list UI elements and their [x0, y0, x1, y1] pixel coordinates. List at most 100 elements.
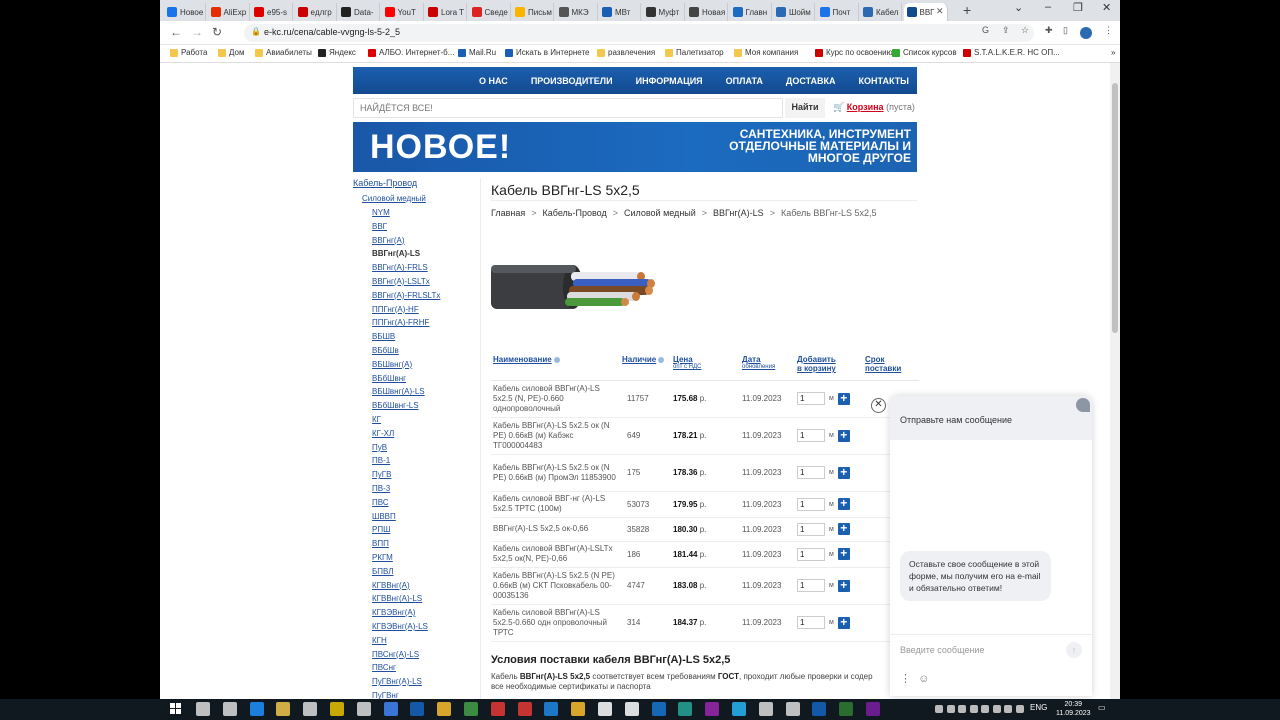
bookmark-item[interactable]: АЛБО. Интернет-б...: [368, 48, 454, 57]
minimize-button[interactable]: –: [1045, 1, 1051, 13]
info-icon[interactable]: [658, 356, 665, 363]
app-icon[interactable]: [571, 702, 586, 716]
telegram-icon[interactable]: [732, 702, 746, 716]
emoji-icon[interactable]: ☺: [918, 673, 929, 685]
bookmark-item[interactable]: Курс по освоению...: [815, 48, 899, 57]
sidebar-item[interactable]: ПВСнг(А)-LS: [372, 650, 478, 664]
chrome-icon[interactable]: [383, 702, 398, 716]
acrobat-icon[interactable]: [490, 702, 505, 716]
sidebar-item[interactable]: ВБШвнг(А): [372, 360, 478, 374]
search-input[interactable]: НАЙДЁТСЯ ВСЕ!: [353, 98, 783, 118]
sidebar-item[interactable]: ПВСнг: [372, 663, 478, 677]
back-arrow-icon[interactable]: ←: [170, 25, 182, 39]
app-icon[interactable]: [464, 702, 478, 716]
url-field[interactable]: 🔒 e-kc.ru/cena/cable-vvgng-ls-5-2_5: [244, 24, 1034, 42]
product-name[interactable]: Кабель силовой ВВГ-нг (А)-LS 5х2.5 ТРТС …: [491, 491, 620, 518]
close-tab-icon[interactable]: ✕: [936, 6, 944, 17]
column-header-delivery[interactable]: Срок поставки: [863, 352, 919, 381]
extensions-icon[interactable]: ✚: [1045, 25, 1053, 36]
column-header-add[interactable]: Добавить в корзину: [795, 352, 863, 381]
tray-icon[interactable]: [946, 705, 955, 713]
page-scrollbar[interactable]: [1110, 63, 1120, 699]
reload-icon[interactable]: ↻: [212, 25, 222, 39]
bookmark-item[interactable]: Палетизатор: [665, 48, 724, 57]
chat-input[interactable]: Введите сообщение ↑: [890, 634, 1092, 664]
bookmark-item[interactable]: Список курсов: [892, 48, 957, 57]
app-icon[interactable]: [598, 702, 612, 716]
sidebar-item[interactable]: NYM: [372, 208, 478, 222]
browser-tab[interactable]: YouT: [382, 3, 424, 21]
app-icon[interactable]: [651, 702, 666, 716]
sidebar-item[interactable]: ВБШВ: [372, 332, 478, 346]
add-to-cart-button[interactable]: +: [837, 466, 850, 479]
sidebar-sub-link[interactable]: Силовой медный: [353, 194, 478, 208]
browser-tab[interactable]: Новая: [686, 3, 728, 21]
sidebar-item[interactable]: ВБбШв: [372, 346, 478, 360]
file-explorer-icon[interactable]: [276, 702, 291, 716]
quantity-input[interactable]: 1: [797, 497, 825, 511]
info-icon[interactable]: [553, 356, 560, 363]
visual-studio-icon[interactable]: [705, 702, 720, 716]
profile-avatar[interactable]: [1080, 27, 1092, 39]
sidebar-item[interactable]: ПуГВ: [372, 470, 478, 484]
sidebar-item[interactable]: ПВС: [372, 498, 478, 512]
chevron-down-icon[interactable]: ⌄: [1014, 1, 1023, 14]
share-icon[interactable]: ⇪: [1002, 25, 1010, 36]
cart-widget[interactable]: 🛒 Корзина (пуста): [833, 102, 915, 113]
browser-tab[interactable]: МКЭ: [556, 3, 598, 21]
sidebar-item[interactable]: ВВГнг(А): [372, 236, 478, 250]
sidebar-item[interactable]: КГВВнг(А): [372, 581, 478, 595]
quantity-input[interactable]: 1: [797, 579, 825, 592]
browser-tab[interactable]: Lora T: [425, 3, 467, 21]
column-header-name[interactable]: Наименование: [491, 352, 620, 381]
edge-icon[interactable]: [249, 702, 264, 716]
add-to-cart-button[interactable]: +: [837, 616, 850, 629]
tray-icon[interactable]: [992, 705, 1001, 713]
product-name[interactable]: Кабель силовой ВВГнг(А)-LS 5х2.5-0.660 о…: [491, 604, 620, 642]
browser-tab[interactable]: e95-s: [251, 3, 293, 21]
tray-icon[interactable]: [981, 705, 989, 713]
browser-tab[interactable]: AliExp: [208, 3, 250, 21]
app-icon[interactable]: [678, 702, 693, 716]
menu-icon[interactable]: ⋮: [1104, 25, 1113, 36]
quantity-input[interactable]: 1: [797, 616, 825, 629]
quantity-input[interactable]: 1: [797, 392, 825, 405]
sidebar-item[interactable]: ВВГ: [372, 222, 478, 236]
sidebar-item[interactable]: ВВГнг(А)-LS: [372, 249, 478, 263]
product-name[interactable]: Кабель силовой ВВГнг(А)-LSLTx 5х2,5 ок(N…: [491, 541, 620, 568]
search-button[interactable]: Найти: [785, 98, 825, 118]
sidebar-item[interactable]: КГВЭВнг(А): [372, 608, 478, 622]
breadcrumb-link[interactable]: Кабель-Провод: [543, 208, 607, 218]
browser-tab[interactable]: Письм: [512, 3, 554, 21]
sidebar-item[interactable]: ППГнг(А)-HF: [372, 305, 478, 319]
bookmark-item[interactable]: Яндекс: [318, 48, 356, 57]
breadcrumb-link[interactable]: ВВГнг(А)-LS: [713, 208, 764, 218]
sidebar-item[interactable]: ПуВ: [372, 443, 478, 457]
app-icon[interactable]: [517, 702, 532, 716]
browser-tab[interactable]: Сведе: [469, 3, 511, 21]
send-icon[interactable]: ↑: [1066, 642, 1082, 658]
breadcrumb-link[interactable]: Главная: [491, 208, 525, 218]
store-icon[interactable]: [330, 702, 344, 716]
browser-tab[interactable]: Шойм: [773, 3, 815, 21]
site-nav-item[interactable]: ДОСТАВКА: [786, 76, 836, 86]
column-header-stock[interactable]: Наличие: [620, 352, 671, 381]
notifications-icon[interactable]: ▭: [1098, 703, 1106, 712]
site-nav-item[interactable]: КОНТАКТЫ: [859, 76, 909, 86]
tray-icon[interactable]: [969, 705, 978, 713]
sidebar-item[interactable]: БПВЛ: [372, 567, 478, 581]
sidebar-item[interactable]: КГ-ХЛ: [372, 429, 478, 443]
scroll-thumb[interactable]: [1112, 83, 1118, 333]
sidebar-item[interactable]: ПуГВнг(А)-LS: [372, 677, 478, 691]
word-icon[interactable]: [812, 702, 827, 716]
quantity-input[interactable]: 1: [797, 522, 825, 536]
settings-icon[interactable]: [437, 702, 452, 716]
sidebar-item[interactable]: ПВ-3: [372, 484, 478, 498]
sidebar-item[interactable]: ВВГнг(А)-FRLSLTx: [372, 291, 478, 305]
add-to-cart-button[interactable]: +: [837, 522, 850, 535]
excel-icon[interactable]: [839, 702, 854, 716]
product-name[interactable]: Кабель ВВГнг(А)-LS 5х2.5 ок (N PE) 0.66к…: [491, 417, 620, 455]
browser-tab[interactable]: Новое: [164, 3, 206, 21]
add-to-cart-button[interactable]: +: [837, 392, 850, 405]
browser-tab[interactable]: МВт: [599, 3, 641, 21]
